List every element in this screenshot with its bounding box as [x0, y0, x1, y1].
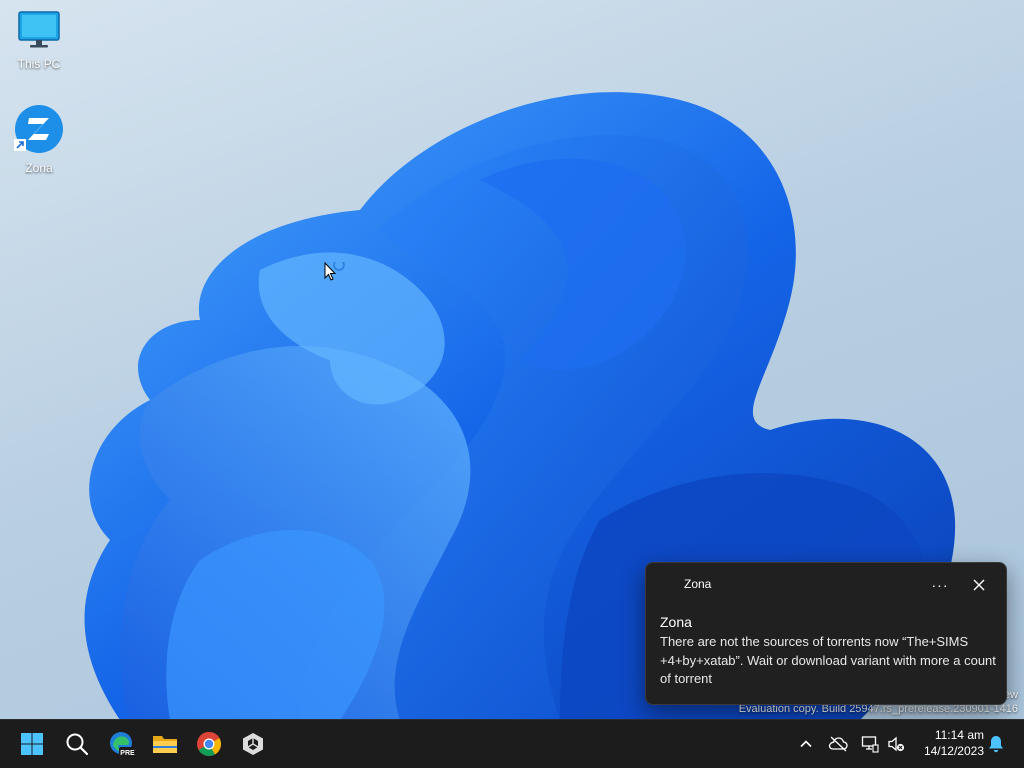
onedrive-tray-button[interactable]	[826, 732, 850, 756]
taskbar-app-chrome[interactable]	[189, 724, 229, 764]
taskbar: PRE 11:14 am 14/12/2023	[0, 719, 1024, 768]
toast-app-name: Zona	[684, 577, 712, 591]
desktop-icon-label: This PC	[17, 57, 61, 71]
unity-icon	[243, 733, 263, 755]
taskbar-clock[interactable]: 11:14 am 14/12/2023	[924, 727, 984, 759]
toast-notification[interactable]: Zona ··· Zona There are not the sources …	[645, 562, 1007, 705]
svg-text:PRE: PRE	[120, 750, 135, 757]
mouse-cursor-icon	[324, 262, 345, 281]
start-button[interactable]	[12, 724, 52, 764]
search-button[interactable]	[57, 724, 97, 764]
search-icon	[66, 733, 89, 756]
monitor-icon	[18, 11, 60, 48]
more-options-button[interactable]: ···	[926, 572, 954, 598]
show-hidden-icons-button[interactable]	[794, 732, 818, 756]
chrome-icon	[197, 731, 222, 757]
edge-icon: PRE	[110, 732, 136, 757]
desktop-icon-this-pc[interactable]: This PC	[4, 10, 74, 71]
volume-muted-icon	[888, 736, 905, 752]
bell-icon	[989, 736, 1003, 753]
network-icon	[861, 736, 879, 753]
volume-tray-button[interactable]	[884, 732, 908, 756]
taskbar-app-file-explorer[interactable]	[145, 724, 185, 764]
windows-logo-icon	[21, 733, 43, 755]
notification-center-button[interactable]	[984, 732, 1008, 756]
toast-message: There are not the sources of torrents no…	[660, 634, 996, 686]
toast-title: Zona	[660, 614, 692, 630]
desktop-icon-label: Zona	[25, 161, 53, 175]
folder-icon	[153, 736, 177, 753]
more-options-icon: ···	[931, 577, 949, 593]
network-tray-button[interactable]	[858, 732, 882, 756]
close-icon	[973, 579, 985, 591]
desktop-icon-zona[interactable]: Zona	[4, 104, 74, 175]
taskbar-app-unity[interactable]	[233, 724, 273, 764]
chevron-up-icon	[800, 740, 812, 748]
cloud-off-icon	[828, 736, 848, 752]
clock-time: 11:14 am	[934, 728, 984, 742]
zona-app-icon	[14, 105, 63, 153]
taskbar-app-edge[interactable]: PRE	[102, 724, 142, 764]
clock-date: 14/12/2023	[923, 744, 984, 758]
close-button[interactable]	[966, 572, 992, 598]
